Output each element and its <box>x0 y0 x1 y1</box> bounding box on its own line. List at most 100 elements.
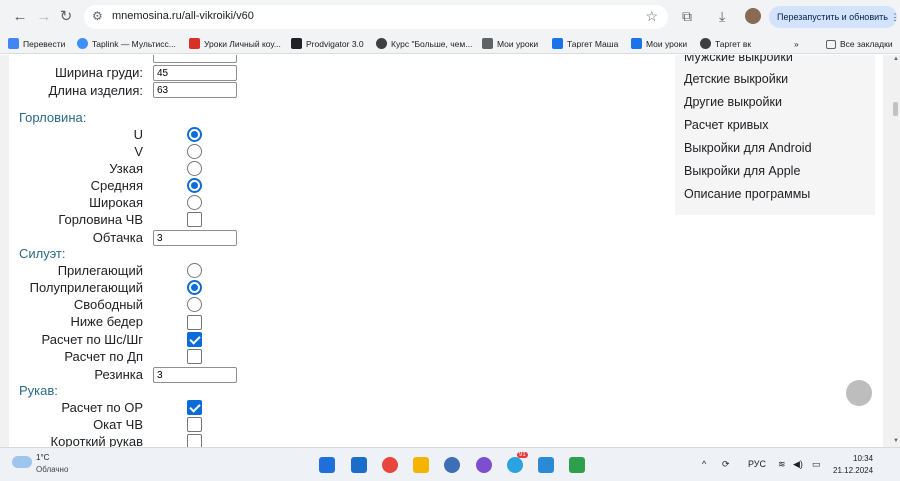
bookmark-item[interactable]: Taplink — Мультисс... <box>77 37 176 51</box>
scrollbar-thumb[interactable] <box>893 102 898 116</box>
reload-icon[interactable]: ↻ <box>56 7 76 27</box>
sidebar-item-men[interactable]: Мужские выкройки <box>684 55 793 64</box>
length-input[interactable] <box>153 82 237 98</box>
battery-icon[interactable]: ▭ <box>812 459 821 470</box>
cut-off-input[interactable] <box>153 55 237 63</box>
loose-radio[interactable] <box>187 297 202 312</box>
sync-icon[interactable]: ⟳ <box>722 459 730 470</box>
download-icon[interactable]: ⤓ <box>719 8 725 25</box>
bookmark-item[interactable]: Уроки Личный коу... <box>189 37 281 51</box>
lessons-icon <box>189 38 200 49</box>
bookmark-item[interactable]: Таргет вк <box>700 37 751 51</box>
fitted-radio[interactable] <box>187 263 202 278</box>
neckline-v-radio[interactable] <box>187 144 202 159</box>
bookmark-item[interactable]: Prodvigator 3.0 <box>291 37 364 51</box>
calc-icon[interactable] <box>569 457 585 473</box>
sidebar-item-android[interactable]: Выкройки для Android <box>684 141 812 155</box>
forward-icon[interactable]: → <box>34 7 54 27</box>
mail-icon[interactable] <box>351 457 367 473</box>
bookmark-label: Таргет Маша <box>567 39 619 49</box>
chest-width-input[interactable] <box>153 65 237 81</box>
fitted-row: Прилегающий <box>0 262 143 279</box>
folder-icon <box>826 40 836 49</box>
okat-ch-checkbox[interactable] <box>187 417 202 432</box>
elastic-input[interactable] <box>153 367 237 383</box>
semi-fitted-radio[interactable] <box>187 280 202 295</box>
neckline-narrow-radio[interactable] <box>187 161 202 176</box>
clock-date[interactable]: 21.12.2024 <box>833 466 873 475</box>
chrome-icon[interactable] <box>382 457 398 473</box>
bookmark-item[interactable]: Курс "Больше, чем... <box>376 37 472 51</box>
weather-desc: Облачно <box>36 465 69 474</box>
app-icon[interactable] <box>444 457 460 473</box>
weather-cloud-icon[interactable] <box>12 456 32 468</box>
neckline-narrow-row: Узкая <box>0 160 143 177</box>
calc-shs-label: Расчет по Шс/Шг <box>41 332 143 347</box>
facing-input[interactable] <box>153 230 237 246</box>
update-button[interactable]: Перезапустить и обновить ⋮ <box>769 6 897 28</box>
neckline-medium-radio[interactable] <box>187 178 202 193</box>
bookmark-item[interactable]: Перевести <box>8 37 65 51</box>
sidebar-item-curves[interactable]: Расчет кривых <box>684 118 769 132</box>
below-hips-checkbox[interactable] <box>187 315 202 330</box>
extensions-icon[interactable]: ⧉ <box>682 8 692 25</box>
sidebar-item-apple[interactable]: Выкройки для Apple <box>684 164 800 178</box>
all-bookmarks[interactable]: Все закладки <box>826 37 893 51</box>
sidebar-item-other[interactable]: Другие выкройки <box>684 95 782 109</box>
volume-icon[interactable]: ◀) <box>793 459 803 470</box>
neckline-title: Горловина: <box>19 110 87 125</box>
neckline-wide-radio[interactable] <box>187 195 202 210</box>
scroll-top-button[interactable] <box>846 380 872 406</box>
neckline-medium-label: Средняя <box>90 178 143 193</box>
viber-icon[interactable] <box>476 457 492 473</box>
sidebar-item-kids[interactable]: Детские выкройки <box>684 72 788 86</box>
neckline-ch-checkbox[interactable] <box>187 212 202 227</box>
elastic-label: Резинка <box>94 367 143 382</box>
short-sleeve-checkbox[interactable] <box>187 434 202 447</box>
okat-ch-row: Окат ЧВ <box>0 416 143 433</box>
scroll-up-icon[interactable]: ▲ <box>893 56 899 62</box>
bookmark-label: Мои уроки <box>646 39 688 49</box>
target-icon <box>552 38 563 49</box>
bookmark-label: Taplink — Мультисс... <box>92 39 176 49</box>
start-icon[interactable] <box>319 457 335 473</box>
calc-shs-checkbox[interactable] <box>187 332 202 347</box>
sidebar-item-description[interactable]: Описание программы <box>684 187 810 201</box>
bookmark-item[interactable]: Таргет Маша <box>552 37 618 51</box>
update-button-label: Перезапустить и обновить <box>777 12 888 22</box>
okat-ch-label: Окат ЧВ <box>93 417 143 432</box>
bookmark-label: Таргет вк <box>715 39 752 49</box>
below-hips-label: Ниже бедер <box>70 314 143 329</box>
calc-dp-checkbox[interactable] <box>187 349 202 364</box>
calc-or-checkbox[interactable] <box>187 400 202 415</box>
short-sleeve-row: Короткий рукав <box>0 433 143 447</box>
clock-time[interactable]: 10:34 <box>853 454 873 463</box>
neckline-v-row: V <box>0 143 143 160</box>
telegram-icon[interactable]: 91 <box>507 452 528 473</box>
explorer-icon[interactable] <box>413 457 429 473</box>
back-icon[interactable]: ← <box>10 7 30 27</box>
site-info-icon[interactable]: ⚙ <box>92 9 103 23</box>
calc-dp-row: Расчет по Дп <box>0 348 143 365</box>
semi-fitted-row: Полуприлегающий <box>0 279 143 296</box>
bookmark-item[interactable]: Мои уроки <box>482 37 538 51</box>
neckline-u-radio[interactable] <box>187 127 202 142</box>
bookmark-item[interactable]: Мои уроки <box>631 37 687 51</box>
lessons-icon <box>482 38 493 49</box>
scroll-down-icon[interactable]: ▼ <box>893 438 899 444</box>
wifi-icon[interactable]: ≋ <box>778 459 786 470</box>
tray-chevron-icon[interactable]: ^ <box>702 459 706 469</box>
neckline-narrow-label: Узкая <box>109 161 143 176</box>
neckline-ch-row: Горловина ЧВ <box>0 211 143 228</box>
screenshot-icon[interactable] <box>538 457 554 473</box>
profile-avatar[interactable] <box>745 8 761 24</box>
length-label: Длина изделия: <box>48 83 144 98</box>
language-indicator[interactable]: РУС <box>748 459 766 469</box>
more-bookmarks-icon[interactable]: » <box>794 37 799 51</box>
bookmark-star-icon[interactable]: ☆ <box>645 8 658 25</box>
sleeve-title: Рукав: <box>19 383 58 398</box>
neckline-wide-row: Широкая <box>0 194 143 211</box>
address-bar[interactable]: ⚙ mnemosina.ru/all-vikroiki/v60 ☆ <box>84 5 668 29</box>
below-hips-row: Ниже бедер <box>0 313 143 330</box>
silhouette-title: Силуэт: <box>19 246 66 261</box>
